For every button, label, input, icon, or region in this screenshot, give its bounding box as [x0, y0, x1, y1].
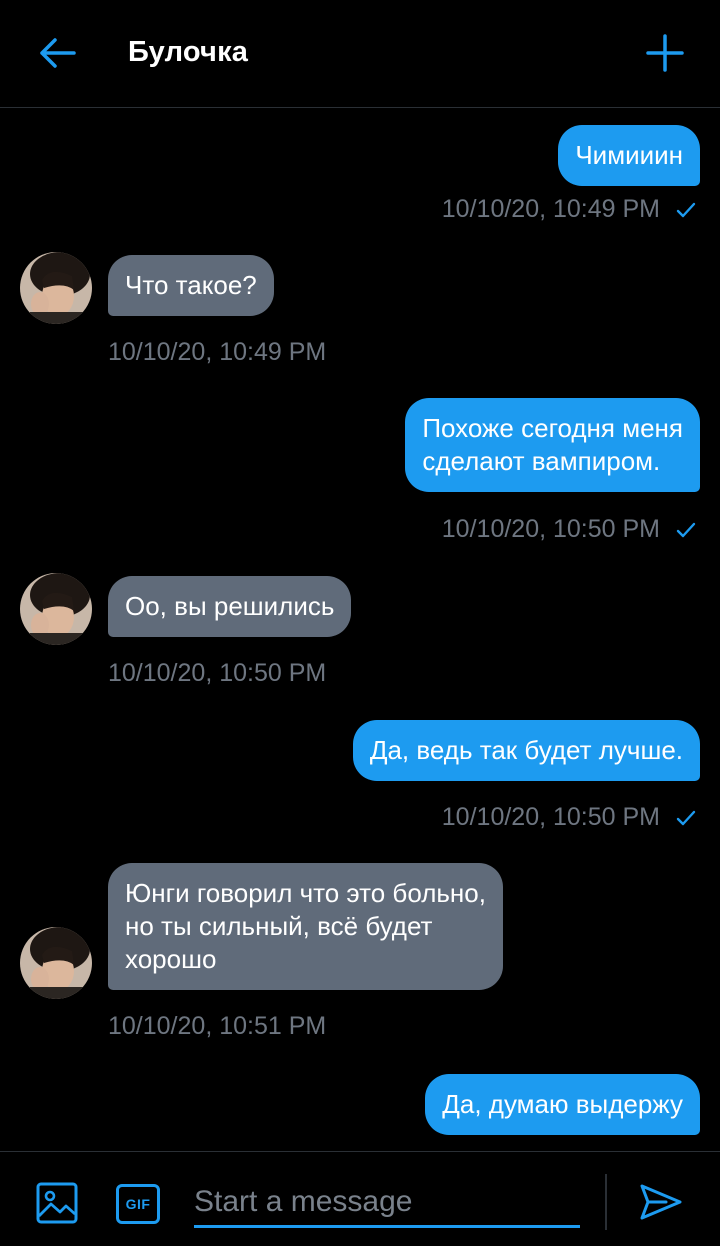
message-timestamp: 10/10/20, 10:50 PM: [442, 515, 696, 544]
check-icon: [676, 810, 696, 826]
avatar[interactable]: [20, 573, 92, 645]
avatar-photo-icon: [20, 573, 92, 645]
timestamp-text: 10/10/20, 10:50 PM: [441, 803, 660, 831]
send-button[interactable]: [638, 1182, 686, 1226]
timestamp-text: 10/10/20, 10:50 PM: [441, 515, 660, 543]
message-timestamp: 10/10/20, 10:51 PM: [108, 1012, 327, 1040]
arrow-left-icon: [40, 38, 76, 68]
message-composer: GIF: [0, 1151, 720, 1246]
message-list[interactable]: Чимииин 10/10/20, 10:49 PM Что такое? 10…: [0, 109, 720, 1151]
add-image-button[interactable]: [36, 1182, 78, 1224]
check-icon: [676, 522, 696, 538]
message-bubble-incoming[interactable]: Оо, вы решились: [108, 576, 352, 637]
send-icon: [640, 1184, 682, 1220]
timestamp-text: 10/10/20, 10:49 PM: [441, 195, 660, 223]
avatar-photo-icon: [20, 252, 92, 324]
message-bubble-outgoing[interactable]: Да, ведь так будет лучше.: [352, 720, 700, 781]
message-bubble-incoming[interactable]: Юнги говорил что это больно, но ты сильн…: [108, 863, 503, 990]
message-timestamp: 10/10/20, 10:49 PM: [442, 195, 696, 224]
image-icon: [36, 1182, 78, 1224]
gif-button[interactable]: GIF: [116, 1184, 160, 1224]
conversation-title: Булочка: [128, 36, 249, 68]
message-timestamp: 10/10/20, 10:50 PM: [442, 803, 696, 832]
add-button[interactable]: [642, 30, 688, 76]
message-bubble-incoming[interactable]: Что такое?: [108, 255, 274, 316]
avatar-photo-icon: [20, 927, 92, 999]
message-timestamp: 10/10/20, 10:49 PM: [108, 338, 327, 366]
avatar[interactable]: [20, 927, 92, 999]
conversation-header: Булочка: [0, 0, 720, 108]
message-bubble-outgoing[interactable]: Да, думаю выдержу: [425, 1074, 700, 1135]
check-icon: [676, 202, 696, 218]
message-bubble-outgoing[interactable]: Чимииин: [558, 125, 700, 186]
message-input[interactable]: [194, 1182, 580, 1228]
back-button[interactable]: [34, 32, 80, 74]
message-timestamp: 10/10/20, 10:50 PM: [108, 659, 327, 687]
composer-divider: [605, 1174, 607, 1230]
avatar[interactable]: [20, 252, 92, 324]
message-bubble-outgoing[interactable]: Похоже сегодня меня сделают вампиром.: [405, 398, 700, 492]
plus-icon: [646, 34, 684, 72]
